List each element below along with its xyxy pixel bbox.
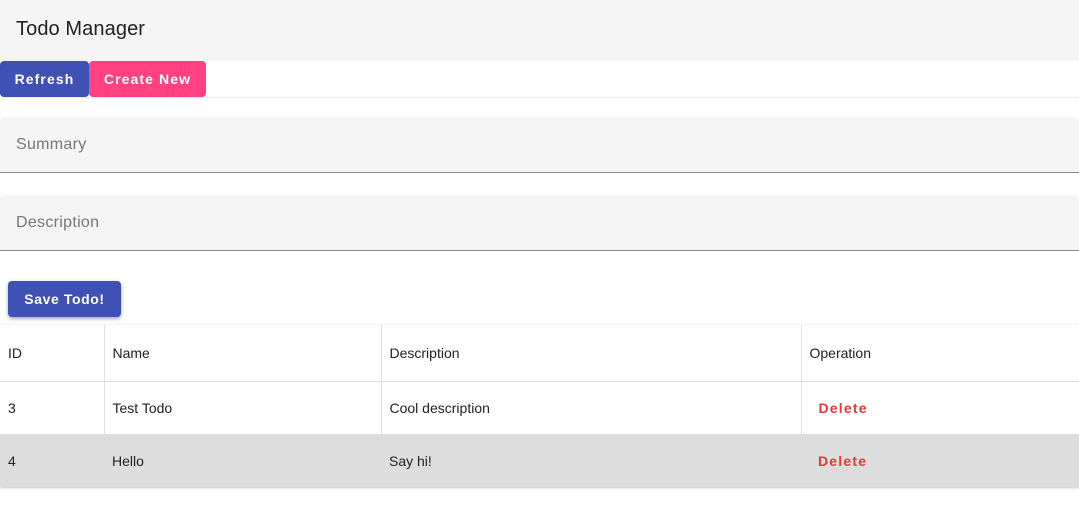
todo-id: 3 xyxy=(0,381,105,435)
table-header-row: ID Name Description Operation xyxy=(0,325,1079,382)
action-toolbar: Refresh Create New xyxy=(0,61,1079,98)
app-root: Todo Manager Refresh Create New Save Tod… xyxy=(0,0,1079,511)
column-header-description: Description xyxy=(381,325,802,382)
todo-table-grid: ID Name Description Operation 3 Test Tod… xyxy=(0,325,1079,487)
summary-field xyxy=(0,117,1079,173)
description-field xyxy=(0,195,1079,251)
column-header-id: ID xyxy=(0,325,105,382)
create-new-button[interactable]: Create New xyxy=(89,61,206,97)
app-title: Todo Manager xyxy=(16,18,146,40)
todo-table: ID Name Description Operation 3 Test Tod… xyxy=(0,325,1079,487)
column-header-name: Name xyxy=(104,325,382,382)
todo-description: Say hi! xyxy=(381,434,801,487)
todo-name: Test Todo xyxy=(104,381,382,435)
delete-button[interactable]: Delete xyxy=(810,396,877,420)
todo-name: Hello xyxy=(104,434,381,487)
todo-description: Cool description xyxy=(381,381,802,435)
table-row: 3 Test Todo Cool description Delete xyxy=(0,381,1079,435)
column-header-operation: Operation xyxy=(801,325,1079,382)
todo-id: 4 xyxy=(0,434,104,487)
save-todo-button[interactable]: Save Todo! xyxy=(8,281,121,317)
todo-operation-cell: Delete xyxy=(801,434,1079,487)
description-input[interactable] xyxy=(0,195,1079,250)
app-header: Todo Manager xyxy=(0,0,1079,61)
delete-button[interactable]: Delete xyxy=(809,449,876,473)
refresh-button[interactable]: Refresh xyxy=(0,61,89,97)
table-row: 4 Hello Say hi! Delete xyxy=(0,434,1079,487)
summary-input[interactable] xyxy=(0,117,1079,172)
todo-operation-cell: Delete xyxy=(801,381,1079,435)
